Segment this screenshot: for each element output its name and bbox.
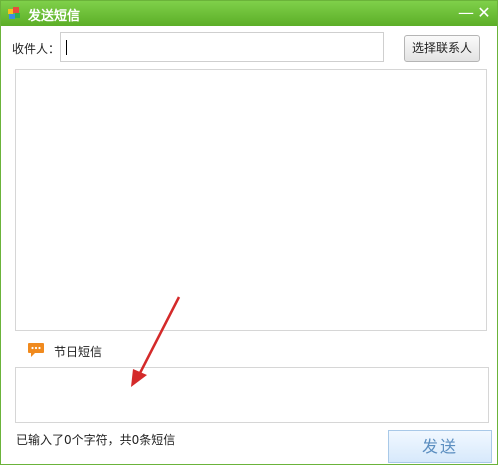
- select-contact-button[interactable]: 选择联系人: [404, 35, 480, 62]
- character-counter: 已输入了0个字符，共0条短信: [16, 433, 176, 447]
- holiday-sms-link[interactable]: 节日短信: [54, 343, 102, 360]
- recipient-input[interactable]: [60, 32, 384, 62]
- recipient-label: 收件人：: [12, 42, 61, 56]
- message-history-area[interactable]: [15, 69, 487, 331]
- title-bar: 发送短信 — ✕: [1, 1, 497, 26]
- minimize-button[interactable]: —: [457, 4, 475, 22]
- text-caret: [66, 40, 67, 55]
- message-compose-input[interactable]: [15, 367, 489, 423]
- close-button[interactable]: ✕: [475, 4, 493, 22]
- send-button[interactable]: 发送: [388, 430, 492, 463]
- app-logo-icon: [8, 7, 20, 19]
- chat-bubble-icon[interactable]: [27, 342, 45, 358]
- send-sms-window: 发送短信 — ✕ 收件人： 选择联系人 节日短信 已输入了0个字符，共0条短信 …: [0, 0, 498, 465]
- window-title: 发送短信: [28, 9, 81, 24]
